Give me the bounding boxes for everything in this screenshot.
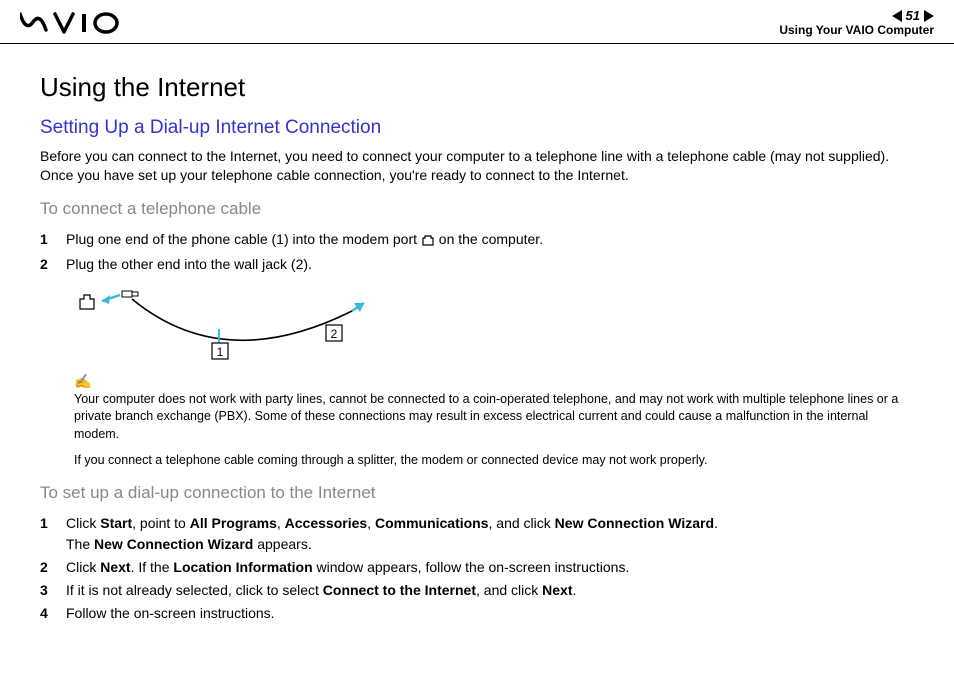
- step-text: Plug the other end into the wall jack (2…: [66, 254, 914, 275]
- section-a-heading: To connect a telephone cable: [40, 199, 914, 219]
- page-header: 51 Using Your VAIO Computer: [0, 0, 954, 44]
- header-nav: 51 Using Your VAIO Computer: [779, 8, 934, 37]
- page-title: Using the Internet: [40, 72, 914, 103]
- diagram-label-1: 1: [217, 345, 224, 359]
- note-icon: ✍: [74, 373, 91, 389]
- step-number: 1: [40, 229, 66, 252]
- step-number: 4: [40, 603, 66, 624]
- note-block: ✍ Your computer does not work with party…: [74, 373, 914, 444]
- section-b-steps: 1Click Start, point to All Programs, Acc…: [40, 513, 914, 624]
- step-number: 2: [40, 254, 66, 275]
- next-page-arrow-icon[interactable]: [924, 10, 934, 22]
- prev-page-arrow-icon[interactable]: [892, 10, 902, 22]
- list-item: 1Click Start, point to All Programs, Acc…: [40, 513, 914, 555]
- cable-diagram: 1 2: [74, 285, 394, 365]
- list-item: 1 Plug one end of the phone cable (1) in…: [40, 229, 914, 252]
- step-text: If it is not already selected, click to …: [66, 580, 914, 601]
- page-number: 51: [906, 8, 920, 23]
- step-text: Click Next. If the Location Information …: [66, 557, 914, 578]
- section-a-steps: 1 Plug one end of the phone cable (1) in…: [40, 229, 914, 275]
- note-text-2: If you connect a telephone cable coming …: [74, 453, 914, 467]
- step-text-post: on the computer.: [435, 231, 543, 247]
- intro-paragraph: Before you can connect to the Internet, …: [40, 147, 914, 185]
- step-text: Follow the on-screen instructions.: [66, 603, 914, 624]
- diagram-label-2: 2: [331, 327, 338, 341]
- section-b-heading: To set up a dial-up connection to the In…: [40, 483, 914, 503]
- modem-port-icon: [421, 231, 435, 252]
- section-name: Using Your VAIO Computer: [779, 23, 934, 37]
- page-subtitle: Setting Up a Dial-up Internet Connection: [40, 117, 914, 139]
- step-text-pre: Plug one end of the phone cable (1) into…: [66, 231, 421, 247]
- step-number: 3: [40, 580, 66, 601]
- list-item: 3If it is not already selected, click to…: [40, 580, 914, 601]
- step-number: 2: [40, 557, 66, 578]
- step-text: Click Start, point to All Programs, Acce…: [66, 513, 914, 555]
- step-number: 1: [40, 513, 66, 555]
- list-item: 2Click Next. If the Location Information…: [40, 557, 914, 578]
- list-item: 2 Plug the other end into the wall jack …: [40, 254, 914, 275]
- page-content: Using the Internet Setting Up a Dial-up …: [0, 44, 954, 648]
- vaio-logo: [20, 12, 130, 39]
- list-item: 4Follow the on-screen instructions.: [40, 603, 914, 624]
- note-text: Your computer does not work with party l…: [74, 391, 914, 444]
